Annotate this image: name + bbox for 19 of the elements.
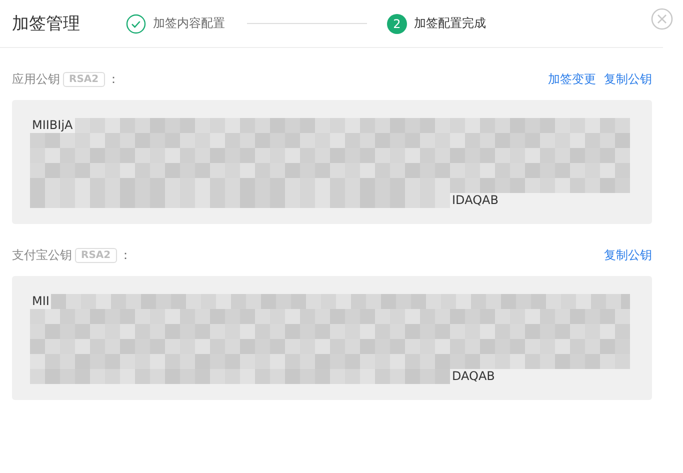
check-circle-icon xyxy=(126,14,146,34)
field-label: 支付宝公钥 xyxy=(12,246,72,264)
step-number: 2 xyxy=(387,14,407,34)
key-text: MIIBIjA xyxy=(31,118,73,133)
colon: ： xyxy=(120,246,132,264)
algorithm-badge: RSA2 xyxy=(75,248,117,262)
key-text: IDAQAB xyxy=(452,193,498,208)
step-label: 加签配置完成 xyxy=(414,15,486,32)
field-label: 应用公钥 xyxy=(12,70,60,88)
dialog-title: 加签管理 xyxy=(12,13,81,35)
colon: ： xyxy=(108,70,120,88)
action-link[interactable]: 复制公钥 xyxy=(604,246,652,264)
action-link[interactable]: 复制公钥 xyxy=(604,70,652,88)
close-icon[interactable] xyxy=(651,8,673,30)
algorithm-badge: RSA2 xyxy=(63,72,105,86)
key-text: DAQAB xyxy=(452,369,495,384)
step-label: 加签内容配置 xyxy=(153,15,225,32)
key-text: MII xyxy=(31,294,50,309)
action-link[interactable]: 加签变更 xyxy=(548,70,596,88)
